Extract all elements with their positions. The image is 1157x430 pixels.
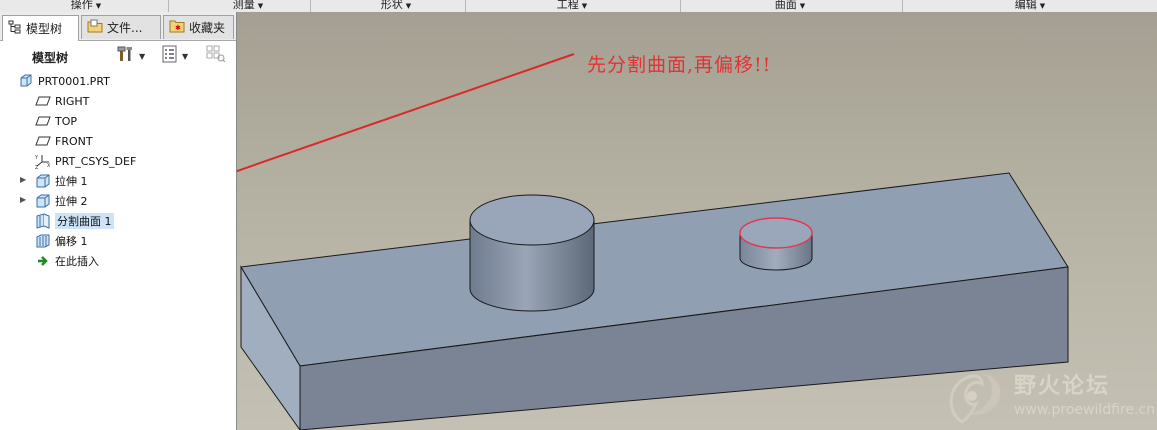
model-tree-toolbar: 模型树 ▼ ▼	[0, 42, 236, 70]
datum-plane-icon	[35, 113, 51, 129]
csys-icon: Y X Z	[35, 153, 51, 169]
expand-arrow-icon[interactable]: ▶	[20, 195, 26, 204]
group-label: 测量	[232, 0, 255, 11]
tree-item-extrude-1[interactable]: ▶ 拉伸 1	[20, 172, 88, 190]
datum-plane-icon	[35, 133, 51, 149]
tree-item-insert-here[interactable]: 在此插入	[35, 252, 99, 270]
watermark-logo-icon	[949, 374, 1001, 424]
offset-icon	[35, 233, 51, 249]
part-icon	[18, 73, 34, 89]
watermark-url: www.proewildfire.cn	[1014, 402, 1156, 418]
group-edit[interactable]: 编辑 ▼	[1010, 0, 1050, 12]
group-operations[interactable]: 操作 ▼	[66, 0, 106, 12]
svg-text:Z: Z	[35, 165, 39, 169]
watermark-title: 野火论坛	[1014, 374, 1111, 399]
watermark: 野火论坛 www.proewildfire.cn	[942, 360, 1157, 430]
filter-button[interactable]	[206, 45, 226, 67]
group-shape[interactable]: 形状 ▼	[376, 0, 416, 12]
group-label: 曲面	[774, 0, 797, 11]
insert-here-arrow-icon	[35, 253, 51, 269]
show-options-button[interactable]: ▼	[162, 45, 189, 67]
large-cylinder-top	[469, 194, 595, 246]
tab-files[interactable]: 文件...	[81, 15, 161, 39]
tree-item-offset[interactable]: 偏移 1	[35, 232, 88, 250]
tools-icon	[117, 45, 135, 67]
divider	[168, 0, 169, 12]
chevron-down-icon: ▼	[139, 51, 146, 61]
group-label: 操作	[70, 0, 93, 11]
split-surface-icon	[35, 213, 51, 229]
group-label: 形状	[380, 0, 403, 11]
tab-favorites[interactable]: ✱ 收藏夹	[163, 15, 234, 39]
datum-plane-icon	[35, 93, 51, 109]
extrude-icon	[35, 173, 51, 189]
svg-text:Y: Y	[35, 155, 39, 161]
chevron-down-icon: ▼	[799, 2, 806, 10]
tree-item-label: TOP	[55, 114, 78, 128]
model-tree-icon	[8, 20, 22, 37]
tree-item-label: 拉伸 1	[55, 175, 88, 188]
chevron-down-icon: ▼	[95, 2, 102, 10]
list-icon	[162, 45, 178, 67]
tree-item-label: 拉伸 2	[55, 195, 88, 208]
tree-item-split-surface[interactable]: 分割曲面 1	[35, 212, 114, 230]
tree-item-label: PRT_CSYS_DEF	[55, 154, 137, 168]
group-engineering[interactable]: 工程 ▼	[552, 0, 592, 12]
annotation-arrow-line	[237, 53, 575, 173]
tree-item-label: PRT0001.PRT	[38, 74, 110, 88]
tab-model-tree[interactable]: 模型树	[2, 15, 79, 41]
divider	[465, 0, 466, 12]
chevron-down-icon: ▼	[257, 2, 264, 10]
group-label: 编辑	[1014, 0, 1037, 11]
extrude-icon	[35, 193, 51, 209]
chevron-down-icon: ▼	[405, 2, 412, 10]
tab-label: 模型树	[26, 22, 63, 36]
navigator-tabs: 模型树 文件... ✱ 收藏夹	[0, 12, 236, 41]
tree-item-top[interactable]: TOP	[35, 112, 77, 130]
folder-icon	[87, 19, 103, 36]
chevron-down-icon: ▼	[581, 2, 588, 10]
divider	[310, 0, 311, 12]
svg-text:X: X	[47, 163, 51, 169]
chevron-down-icon: ▼	[182, 51, 189, 61]
divider	[680, 0, 681, 12]
annotation-text: 先分割曲面,再偏移!!	[587, 54, 772, 76]
tree-item-label: 分割曲面 1	[55, 213, 114, 229]
expand-arrow-icon[interactable]: ▶	[20, 175, 26, 184]
filter-grid-icon	[206, 45, 226, 67]
graphics-viewport[interactable]: 先分割曲面,再偏移!! 野火论坛 www.proewildfire.cn	[237, 12, 1157, 430]
tree-root[interactable]: PRT0001.PRT	[18, 72, 110, 90]
tree-item-csys[interactable]: Y X Z PRT_CSYS_DEF	[35, 152, 136, 170]
settings-button[interactable]: ▼	[117, 46, 145, 66]
tree-item-label: RIGHT	[55, 94, 90, 108]
group-measure[interactable]: 测量 ▼	[228, 0, 268, 12]
divider	[902, 0, 903, 12]
tree-item-right[interactable]: RIGHT	[35, 92, 89, 110]
svg-text:✱: ✱	[175, 24, 181, 32]
group-label: 工程	[556, 0, 579, 11]
tree-item-label: 偏移 1	[55, 235, 88, 248]
navigator-panel: 模型树 文件... ✱ 收藏夹 模型树 ▼ ▼ PRT0001.PRT RIGH…	[0, 12, 237, 430]
tree-item-front[interactable]: FRONT	[35, 132, 93, 150]
tree-item-label: 在此插入	[55, 255, 99, 268]
tab-label: 收藏夹	[189, 21, 226, 35]
group-surface[interactable]: 曲面 ▼	[770, 0, 810, 12]
tree-item-label: FRONT	[55, 134, 93, 148]
tree-item-extrude-2[interactable]: ▶ 拉伸 2	[20, 192, 88, 210]
split-surface-edge[interactable]	[739, 217, 813, 249]
chevron-down-icon: ▼	[1039, 2, 1046, 10]
tab-label: 文件...	[107, 21, 143, 35]
tree-title: 模型树	[32, 51, 69, 65]
favorites-icon: ✱	[169, 19, 185, 36]
